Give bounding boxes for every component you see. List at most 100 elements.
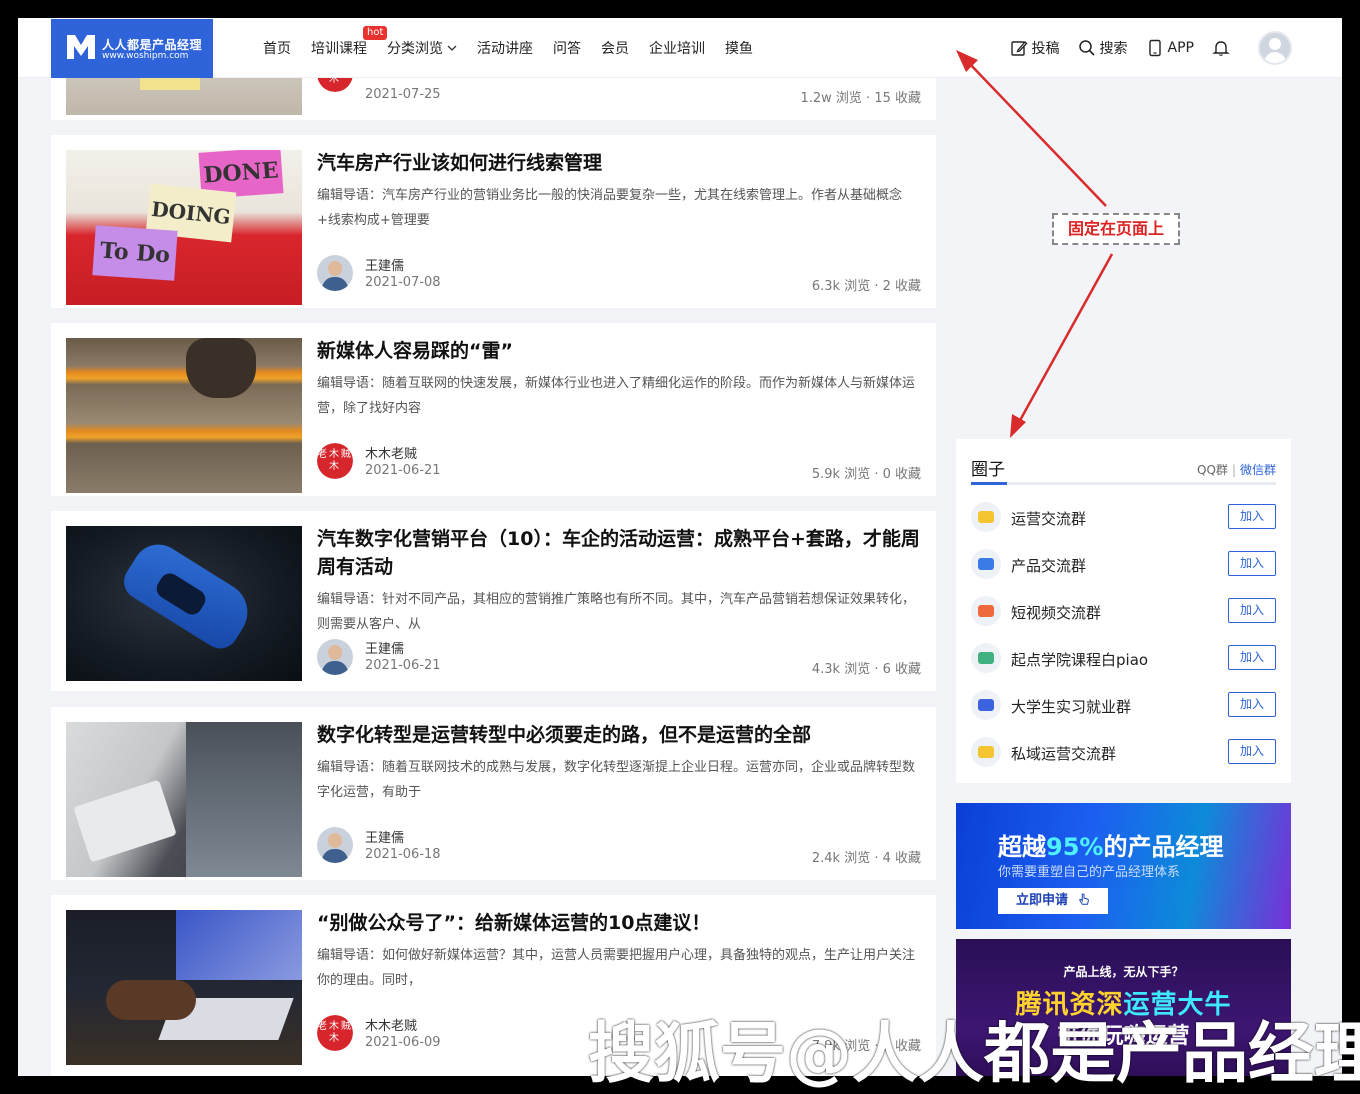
author-name[interactable]: 木木老贼 xyxy=(365,443,417,462)
edit-icon xyxy=(1010,41,1027,56)
author-seal-logo: 老木贼木 xyxy=(317,443,353,479)
chevron-down-icon xyxy=(447,45,457,51)
group-name: 起点学院课程白piao xyxy=(1011,651,1149,669)
article-card[interactable]: 汽车数字化营销平台（10）：车企的活动运营：成熟平台+套路，才能周周有活动 编辑… xyxy=(51,511,936,691)
site-logo[interactable]: 人人都是产品经理 www.woshipm.com xyxy=(51,19,213,78)
join-button[interactable]: 加入 xyxy=(1228,504,1276,529)
article-card[interactable]: 新媒体人容易踩的“雷” 编辑导语：随着互联网的快速发展，新媒体行业也进入了精细化… xyxy=(51,323,936,496)
article-stats: 2.4k 浏览 · 4 收藏 xyxy=(811,851,921,866)
panel-title: 圈子 xyxy=(971,460,1005,480)
author-avatar[interactable] xyxy=(317,255,353,291)
ad-banner-pm[interactable]: 超越95%的产品经理 你需要重塑自己的产品经理体系 立即申请 xyxy=(956,803,1291,929)
search-label: 搜索 xyxy=(1099,41,1128,57)
group-name: 产品交流群 xyxy=(1011,557,1087,575)
article-title[interactable]: “别做公众号了”：给新媒体运营的10点建议！ xyxy=(317,909,921,937)
article-date: 2021-06-21 xyxy=(365,658,441,673)
join-button[interactable]: 加入 xyxy=(1228,645,1276,670)
group-color-chip xyxy=(978,699,994,711)
group-color-chip xyxy=(978,511,994,523)
nav-item-courses-label: 培训课程 xyxy=(311,41,367,57)
author-name[interactable]: 王建儒 xyxy=(365,638,404,657)
tab-qq-group[interactable]: QQ群 xyxy=(1197,463,1228,477)
chat-bubble-icon xyxy=(971,643,1001,673)
author-seal-logo: 老木贼木 xyxy=(317,1015,353,1051)
banner-question: 产品上线，无从下手？ xyxy=(1063,965,1184,979)
browser-viewport: 人人都是产品经理 www.woshipm.com 首页 培训课程 hot 分类浏… xyxy=(18,18,1342,1076)
article-date: 2021-06-09 xyxy=(365,1035,441,1050)
article-excerpt: 编辑导语：随着互联网技术的成熟与发展，数字化转型逐渐提上企业日程。运营亦同，企业… xyxy=(317,760,916,800)
author-avatar[interactable]: 老木贼木 xyxy=(317,1015,353,1051)
nav-item-events[interactable]: 活动讲座 xyxy=(477,38,533,58)
tab-wechat-group[interactable]: 微信群 xyxy=(1240,463,1276,477)
pointer-hand-icon xyxy=(1078,893,1089,905)
nav-item-enterprise[interactable]: 企业培训 xyxy=(649,38,705,58)
circles-panel: 圈子 QQ群 | 微信群 运营交流群 加入 产品交流群 加入 短视频交流群 加入 起… xyxy=(956,439,1291,783)
group-name: 运营交流群 xyxy=(1011,510,1087,528)
article-thumbnail[interactable] xyxy=(66,526,302,681)
article-stats: 6.3k 浏览 · 2 收藏 xyxy=(811,279,921,294)
nav-item-courses[interactable]: 培训课程 hot xyxy=(311,26,388,58)
article-date: 2021-06-18 xyxy=(365,847,441,862)
article-excerpt: 编辑导语：针对不同产品，其相应的营销推广策略也有所不同。其中，汽车产品营销若想保… xyxy=(317,592,916,632)
annotation-label: 固定在页面上 xyxy=(1052,213,1180,245)
article-stats: 4.3k 浏览 · 6 收藏 xyxy=(811,662,921,677)
submit-button[interactable]: 投稿 xyxy=(1010,38,1060,58)
nav-item-qa[interactable]: 问答 xyxy=(553,38,581,58)
join-button[interactable]: 加入 xyxy=(1228,692,1276,717)
author-avatar[interactable] xyxy=(317,639,353,675)
group-color-chip xyxy=(978,746,994,758)
nav-item-home[interactable]: 首页 xyxy=(263,38,291,58)
banner-subtitle: 你需要重塑自己的产品经理体系 xyxy=(998,865,1181,880)
nav-item-categories[interactable]: 分类浏览 xyxy=(387,38,457,58)
group-item: 产品交流群 加入 xyxy=(971,547,1276,583)
chat-bubble-icon xyxy=(971,596,1001,626)
join-button[interactable]: 加入 xyxy=(1228,551,1276,576)
group-name: 大学生实习就业群 xyxy=(1011,698,1132,716)
banner-headline: 超越95%的产品经理 xyxy=(998,833,1224,861)
nav-item-moyu[interactable]: 摸鱼 xyxy=(725,38,753,58)
article-thumbnail[interactable] xyxy=(66,338,302,493)
join-button[interactable]: 加入 xyxy=(1228,739,1276,764)
apply-now-label: 立即申请 xyxy=(1016,893,1069,908)
nav-item-membership[interactable]: 会员 xyxy=(601,38,629,58)
group-item: 大学生实习就业群 加入 xyxy=(971,688,1276,724)
logo-m-icon xyxy=(67,35,95,59)
notifications-button[interactable] xyxy=(1212,39,1234,57)
author-avatar[interactable]: 老木贼木 xyxy=(317,443,353,479)
article-title[interactable]: 新媒体人容易踩的“雷” xyxy=(317,337,921,365)
group-color-chip xyxy=(978,558,994,570)
article-title[interactable]: 数字化转型是运营转型中必须要走的路，但不是运营的全部 xyxy=(317,721,921,749)
user-avatar[interactable] xyxy=(1258,31,1292,65)
author-name[interactable]: 木木老贼 xyxy=(365,1015,417,1034)
article-card[interactable]: DONE DOING To Do 汽车房产行业该如何进行线索管理 编辑导语：汽车… xyxy=(51,135,936,308)
article-card[interactable]: 数字化转型是运营转型中必须要走的路，但不是运营的全部 编辑导语：随着互联网技术的… xyxy=(51,707,936,880)
submit-label: 投稿 xyxy=(1031,41,1060,57)
phone-icon xyxy=(1148,39,1161,57)
article-stats: 1.2w 浏览 · 15 收藏 xyxy=(800,91,921,106)
top-navigation-bar: 人人都是产品经理 www.woshipm.com 首页 培训课程 hot 分类浏… xyxy=(18,18,1342,78)
panel-underline xyxy=(971,482,1276,485)
search-button[interactable]: 搜索 xyxy=(1078,38,1128,58)
author-name[interactable]: 王建儒 xyxy=(365,827,404,846)
article-thumbnail[interactable]: DONE DOING To Do xyxy=(66,150,302,305)
group-item: 私域运营交流群 加入 xyxy=(971,735,1276,771)
article-title[interactable]: 汽车房产行业该如何进行线索管理 xyxy=(317,149,921,177)
source-watermark: 搜狐号@人人都是产品经理 xyxy=(588,1015,1360,1092)
author-avatar[interactable] xyxy=(317,827,353,863)
join-button[interactable]: 加入 xyxy=(1228,598,1276,623)
apply-now-button[interactable]: 立即申请 xyxy=(998,888,1108,914)
group-name: 短视频交流群 xyxy=(1011,604,1102,622)
app-button[interactable]: APP xyxy=(1146,39,1194,57)
article-title[interactable]: 汽车数字化营销平台（10）：车企的活动运营：成熟平台+套路，才能周周有活动 xyxy=(317,525,921,581)
article-stats: 5.9k 浏览 · 0 收藏 xyxy=(811,467,921,482)
article-thumbnail[interactable] xyxy=(66,910,302,1065)
nav-item-categories-label: 分类浏览 xyxy=(387,41,443,57)
author-name[interactable]: 王建儒 xyxy=(365,255,404,274)
article-date: 2021-07-08 xyxy=(365,275,441,290)
hot-badge: hot xyxy=(363,26,388,40)
group-color-chip xyxy=(978,652,994,664)
chat-bubble-icon xyxy=(971,502,1001,532)
article-thumbnail[interactable] xyxy=(66,722,302,877)
group-item: 短视频交流群 加入 xyxy=(971,594,1276,630)
article-date: 2021-06-21 xyxy=(365,463,441,478)
